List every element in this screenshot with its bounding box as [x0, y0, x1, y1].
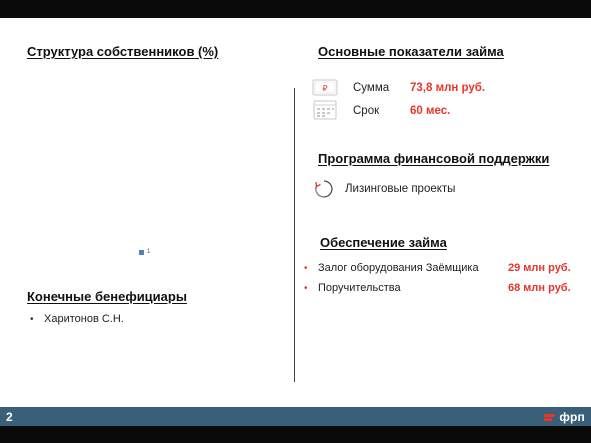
cycle-arrows-icon	[315, 180, 333, 198]
beneficiary-name: Харитонов С.Н.	[44, 313, 124, 325]
calendar-icon	[313, 100, 337, 120]
ruble-banknote-icon: ₽	[312, 79, 338, 96]
collateral-amount: 68 млн руб.	[508, 282, 571, 294]
beneficiaries-title: Конечные бенефициары	[27, 289, 187, 304]
collateral-label: Залог оборудования Заёмщика	[318, 262, 479, 274]
loan-term-value: 60 мес.	[410, 105, 451, 117]
column-divider	[294, 88, 295, 382]
collateral-label: Поручительства	[318, 282, 401, 294]
support-program-item: Лизинговые проекты	[345, 183, 456, 195]
page-number: 2	[6, 409, 13, 424]
beneficiary-item: • Харитонов С.Н.	[30, 313, 124, 325]
loan-indicators-title: Основные показатели займа	[318, 44, 504, 59]
frp-logo-mark-icon	[544, 413, 557, 421]
ownership-legend: 1	[139, 249, 150, 255]
ownership-title: Структура собственников (%)	[27, 44, 219, 59]
loan-amount-label: Сумма	[353, 82, 390, 94]
support-program-title: Программа финансовой поддержки	[318, 151, 550, 166]
collateral-item: • Поручительства	[304, 282, 401, 294]
footer-bar: 2 фрп	[0, 407, 591, 426]
bullet-icon: •	[304, 262, 308, 274]
legend-label: 1	[147, 249, 151, 255]
collateral-title: Обеспечение займа	[320, 235, 447, 250]
top-bar	[0, 0, 591, 18]
bullet-icon: •	[304, 282, 308, 294]
svg-text:₽: ₽	[322, 84, 327, 93]
loan-term-label: Срок	[353, 105, 380, 117]
collateral-item: • Залог оборудования Заёмщика	[304, 262, 479, 274]
collateral-amount: 29 млн руб.	[508, 262, 571, 274]
legend-swatch	[139, 249, 144, 255]
bullet-icon: •	[30, 313, 34, 325]
frp-logo-text: фрп	[559, 409, 585, 424]
loan-amount-value: 73,8 млн руб.	[410, 82, 486, 94]
bottom-bar	[0, 426, 591, 443]
frp-logo: фрп	[543, 410, 585, 424]
